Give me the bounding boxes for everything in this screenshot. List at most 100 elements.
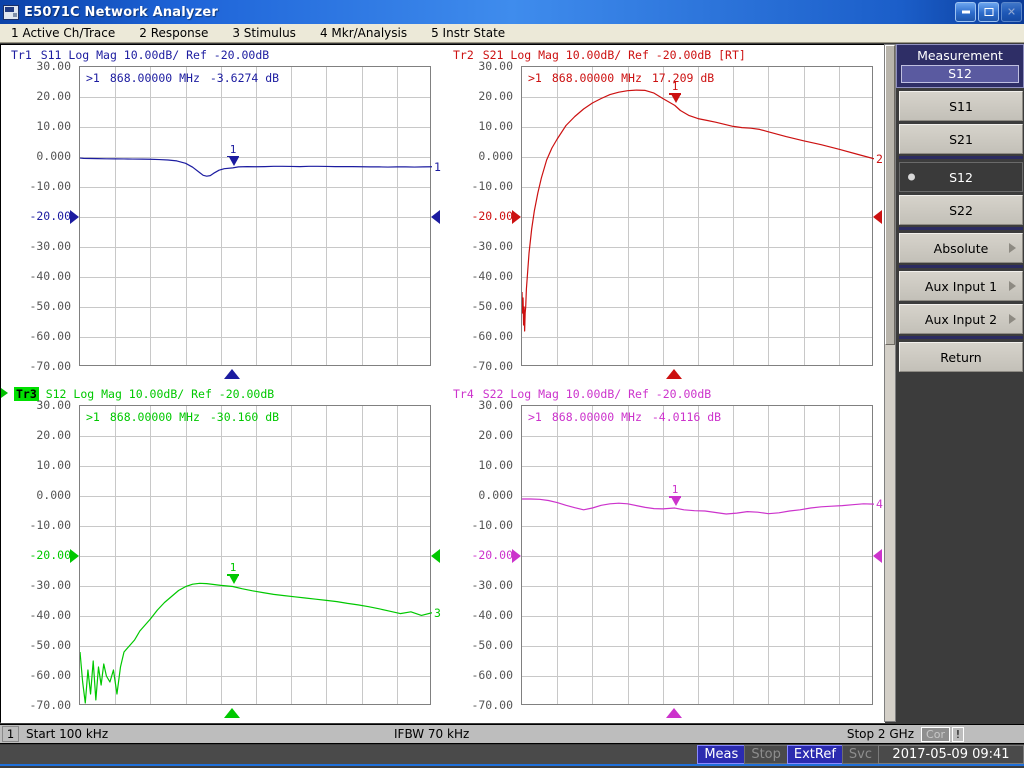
scrollbar-thumb[interactable] [885, 45, 895, 345]
softkey-current-value: S12 [901, 65, 1019, 83]
plot-area-tr3[interactable]: >1 868.00000 MHz -30.160 dB 1 3 [70, 405, 441, 705]
sweep-start-label[interactable]: Start 100 kHz [26, 727, 108, 741]
trace-panel-tr2[interactable]: Tr2 S21 Log Mag 10.00dB/ Ref -20.00dB [R… [443, 45, 885, 384]
plot-area-tr4[interactable]: >1 868.00000 MHz -4.0116 dB 1 4 [512, 405, 883, 705]
y-tick-label: 10.00 [478, 119, 513, 133]
trace-end-number: 3 [434, 605, 441, 620]
maximize-button[interactable] [978, 2, 999, 22]
softkey-return[interactable]: Return [899, 342, 1023, 372]
reference-marker-left-icon[interactable] [70, 210, 79, 224]
maximize-icon [984, 8, 993, 16]
y-tick-label: -40.00 [471, 269, 513, 283]
softkey-s12[interactable]: S12 [899, 162, 1023, 192]
softkey-absolute[interactable]: Absolute [899, 233, 1023, 263]
y-tick-label: -60.00 [29, 329, 71, 343]
y-axis-labels-tr4: 30.00 20.00 10.00 0.000 -10.00 -20.00 -30.00 -4… [443, 397, 517, 713]
stimulus-marker-icon-tr1[interactable] [223, 369, 240, 379]
reference-marker-right-icon[interactable] [873, 549, 882, 563]
y-tick-label: -30.00 [29, 578, 71, 592]
y-tick-label: 30.00 [478, 59, 513, 73]
menu-item-instr-state[interactable]: 5 Instr State [428, 25, 508, 41]
marker-number-label: 1 [671, 80, 679, 94]
trace-curve-tr1 [80, 157, 432, 177]
softkey-label: S21 [949, 131, 973, 147]
y-tick-label: 0.000 [36, 488, 71, 502]
softkey-s21[interactable]: S21 [899, 124, 1023, 154]
vertical-scrollbar[interactable] [884, 44, 896, 722]
marker-1-tr4[interactable]: 1 [668, 483, 683, 508]
softkey-label: S22 [949, 202, 973, 218]
reference-marker-right-icon[interactable] [873, 210, 882, 224]
y-tick-label: -30.00 [471, 578, 513, 592]
marker-id: >1 [86, 410, 100, 424]
y-tick-label: -20.00 [471, 548, 513, 562]
softkey-separator [899, 336, 1023, 339]
menu-item-mkr-analysis[interactable]: 4 Mkr/Analysis [317, 25, 410, 41]
close-icon: ✕ [1006, 5, 1017, 19]
sweep-stop-label[interactable]: Stop 2 GHz [847, 727, 914, 741]
y-tick-label: 10.00 [36, 458, 71, 472]
status-svc[interactable]: Svc [841, 745, 879, 764]
channel-status-bar: 1 Start 100 kHz IFBW 70 kHz Stop 2 GHz C… [0, 724, 1024, 744]
ifbw-label[interactable]: IFBW 70 kHz [394, 727, 469, 741]
status-extref[interactable]: ExtRef [786, 745, 843, 764]
y-tick-label: 10.00 [478, 458, 513, 472]
plot-area-tr2[interactable]: >1 868.00000 MHz 17.209 dB 1 2 [512, 66, 883, 366]
y-tick-label: 20.00 [36, 89, 71, 103]
marker-readout-tr2: >1 868.00000 MHz 17.209 dB [528, 71, 714, 85]
softkey-aux-input-2[interactable]: Aux Input 2 [899, 304, 1023, 334]
stimulus-marker-icon-tr2[interactable] [665, 369, 682, 379]
y-tick-label: 30.00 [478, 398, 513, 412]
menu-item-response[interactable]: 2 Response [136, 25, 211, 41]
softkey-label: S12 [949, 169, 973, 185]
reference-marker-left-icon[interactable] [70, 549, 79, 563]
y-tick-label: 20.00 [36, 428, 71, 442]
close-button[interactable]: ✕ [1001, 2, 1022, 22]
y-tick-label: -50.00 [29, 638, 71, 652]
status-stop[interactable]: Stop [744, 745, 788, 764]
marker-number-label: 1 [671, 483, 679, 497]
y-tick-label: -60.00 [471, 329, 513, 343]
channel-number: 1 [2, 726, 19, 742]
marker-1-tr1[interactable]: 1 [226, 144, 241, 168]
trace-end-number: 1 [434, 159, 441, 174]
menu-item-stimulus[interactable]: 3 Stimulus [229, 25, 299, 41]
softkey-s22[interactable]: S22 [899, 195, 1023, 225]
minimize-button[interactable] [955, 2, 976, 22]
stimulus-marker-icon-tr3[interactable] [223, 708, 240, 718]
softkey-label: Aux Input 2 [924, 311, 998, 327]
softkey-s11[interactable]: S11 [899, 91, 1023, 121]
y-tick-label: -30.00 [29, 239, 71, 253]
marker-readout-tr3: >1 868.00000 MHz -30.160 dB [86, 410, 279, 424]
menu-item-active-ch-trace[interactable]: 1 Active Ch/Trace [8, 25, 118, 41]
reference-marker-right-icon[interactable] [431, 210, 440, 224]
softkey-menu: Measurement S12 S11 S21 S12 S22 Absolute Aux … [896, 44, 1024, 722]
y-tick-label: -50.00 [471, 299, 513, 313]
marker-frequency: 868.00000 MHz [109, 71, 200, 85]
marker-triangle-icon [670, 497, 681, 507]
y-tick-label: 0.000 [478, 149, 513, 163]
trace-panel-tr4[interactable]: Tr4 S22 Log Mag 10.00dB/ Ref -20.00dB 30.… [443, 384, 885, 723]
y-tick-label: -70.00 [29, 359, 71, 373]
softkey-menu-title: Measurement [917, 48, 1003, 63]
menu-bar: 1 Active Ch/Trace 2 Response 3 Stimulus … [0, 24, 1024, 43]
softkey-aux-input-1[interactable]: Aux Input 1 [899, 271, 1023, 301]
y-tick-label: 20.00 [478, 89, 513, 103]
trace-panel-tr1[interactable]: Tr1 S11 Log Mag 10.00dB/ Ref -20.00dB 30.… [1, 45, 443, 384]
marker-1-tr3[interactable]: 1 [226, 562, 241, 586]
softkey-list: S11 S21 S12 S22 Absolute Aux Input 1 Aux Input… [896, 91, 1024, 372]
marker-id: >1 [528, 410, 542, 424]
stimulus-marker-icon-tr4[interactable] [665, 708, 682, 718]
uncal-indicator: ! [952, 726, 964, 742]
marker-1-tr2[interactable]: 1 [668, 80, 683, 105]
trace-panel-tr3[interactable]: Tr3 S12 Log Mag 10.00dB/ Ref -20.00dB 30.… [1, 384, 443, 723]
reference-marker-left-icon[interactable] [512, 210, 521, 224]
y-tick-label: -50.00 [471, 638, 513, 652]
reference-marker-right-icon[interactable] [431, 549, 440, 563]
marker-readout-tr4: >1 868.00000 MHz -4.0116 dB [528, 410, 721, 424]
plot-area-tr1[interactable]: >1 868.00000 MHz -3.6274 dB 1 1 [70, 66, 441, 366]
minimize-icon [961, 10, 970, 14]
y-tick-label: 20.00 [478, 428, 513, 442]
status-meas[interactable]: Meas [697, 745, 746, 764]
reference-marker-left-icon[interactable] [512, 549, 521, 563]
